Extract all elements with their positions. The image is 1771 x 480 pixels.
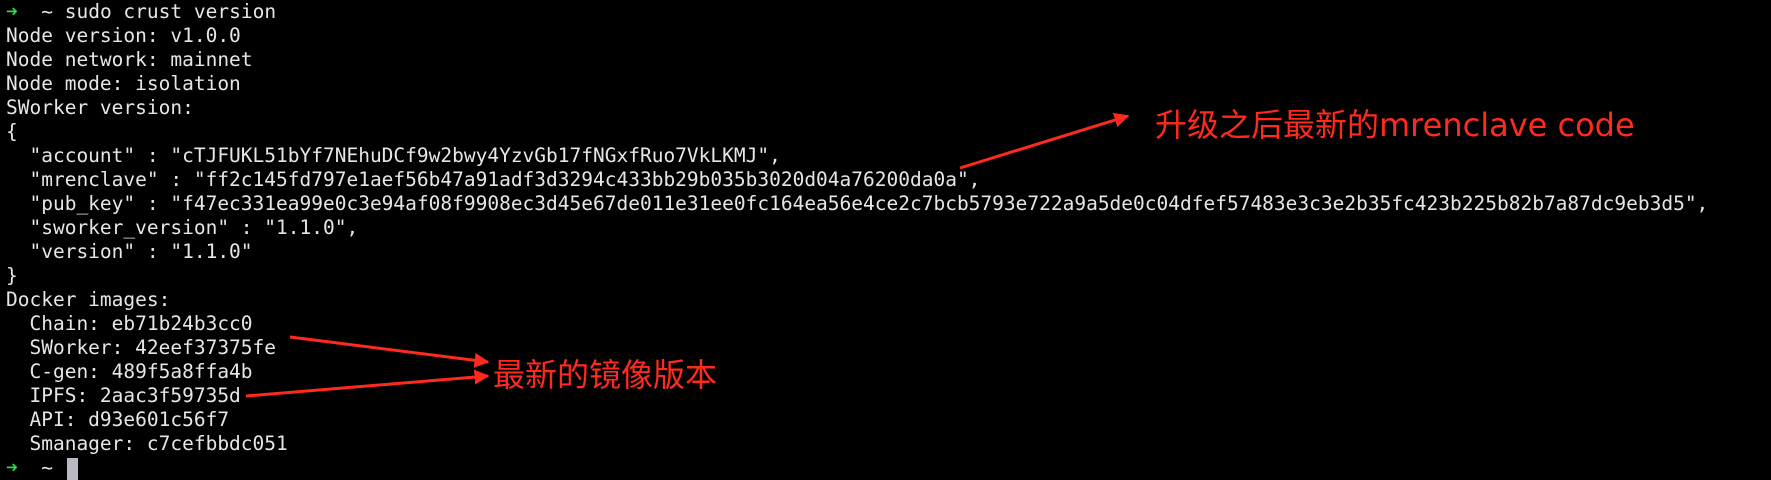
annotation-mrenclave: 升级之后最新的mrenclave code — [1155, 106, 1635, 144]
output-line: Node network: mainnet — [6, 48, 253, 71]
command-text: sudo crust version — [64, 0, 277, 23]
output-line: IPFS: 2aac3f59735d — [6, 384, 241, 407]
prompt-cwd: ~ — [41, 456, 53, 479]
output-line: Docker images: — [6, 288, 171, 311]
output-line: Node mode: isolation — [6, 72, 241, 95]
arrow-to-sworker-image — [289, 335, 490, 368]
output-line: } — [6, 264, 18, 287]
terminal-window[interactable]: ➜ ~ sudo crust version Node version: v1.0… — [0, 0, 1771, 480]
prompt-arrow-icon: ➜ — [6, 456, 18, 479]
annotation-arrows — [245, 112, 1130, 398]
annotation-images: 最新的镜像版本 — [493, 356, 718, 394]
output-line: "pub_key" : "f47ec331ea99e0c3e94af08f990… — [6, 192, 1709, 215]
output-line: Chain: eb71b24b3cc0 — [6, 312, 253, 335]
output-line: "sworker_version" : "1.1.0", — [6, 216, 359, 239]
prompt-cwd: ~ — [41, 0, 53, 23]
output-line: Node version: v1.0.0 — [6, 24, 241, 47]
prompt-arrow-icon: ➜ — [6, 0, 18, 23]
output-line: API: d93e601c56f7 — [6, 408, 230, 431]
output-line: Smanager: c7cefbbdc051 — [6, 432, 288, 455]
output-line: "version" : "1.1.0" — [6, 240, 253, 263]
prompt-line: ➜ ~ sudo crust version — [6, 0, 276, 24]
output-line: SWorker: 42eef37375fe — [6, 336, 277, 359]
terminal-cursor — [67, 458, 78, 480]
arrow-to-mrenclave — [959, 112, 1130, 170]
output-line: "account" : "cTJFUKL51bYf7NEhuDCf9w2bwy4… — [6, 144, 781, 167]
output-line: { — [6, 120, 18, 143]
output-line: C-gen: 489f5a8ffa4b — [6, 360, 253, 383]
arrow-to-ipfs-image — [245, 369, 490, 398]
prompt-line: ➜ ~ — [6, 456, 65, 480]
output-line: "mrenclave" : "ff2c145fd797e1aef56b47a91… — [6, 168, 981, 191]
output-line: SWorker version: — [6, 96, 194, 119]
